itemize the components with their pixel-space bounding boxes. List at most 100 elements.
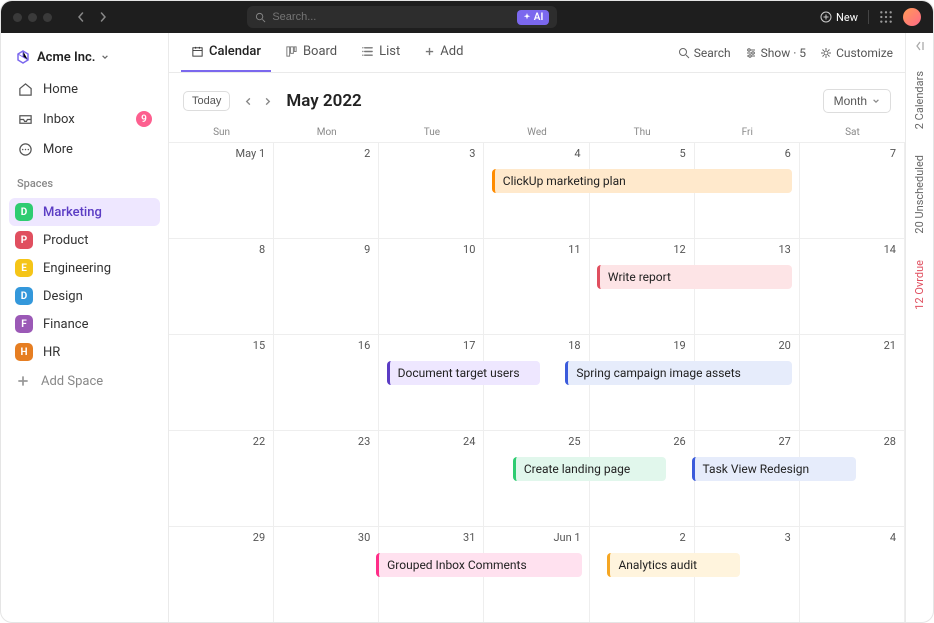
new-button[interactable]: New — [820, 11, 858, 24]
dow-label: Tue — [379, 127, 484, 138]
view-tabs: Calendar Board List Add — [169, 33, 905, 73]
search-icon — [678, 47, 690, 59]
workspace-switcher[interactable]: Acme Inc. — [9, 41, 160, 73]
apps-grid-icon[interactable] — [879, 10, 893, 24]
sidebar-item-more[interactable]: More — [9, 135, 160, 163]
gear-icon — [820, 47, 832, 59]
plus-circle-icon — [820, 11, 832, 23]
day-number: 24 — [463, 435, 475, 448]
calendar-event[interactable]: Write report — [597, 265, 793, 289]
calendar-day-cell[interactable]: 9 — [274, 239, 379, 334]
rail-unscheduled-button[interactable]: 20 Unscheduled — [913, 149, 926, 240]
space-label: Product — [43, 233, 88, 248]
chevron-down-icon — [101, 53, 109, 61]
ai-button[interactable]: AI — [517, 10, 550, 25]
calendar-event[interactable]: Document target users — [387, 361, 541, 385]
today-button[interactable]: Today — [183, 91, 230, 111]
search-view-button[interactable]: Search — [678, 46, 731, 60]
collapse-rail-icon[interactable] — [915, 41, 925, 51]
day-number: 22 — [253, 435, 265, 448]
sidebar-space-finance[interactable]: FFinance — [9, 310, 160, 338]
nav-forward-button[interactable] — [94, 10, 112, 24]
day-number: 14 — [884, 243, 896, 256]
dow-label: Thu — [590, 127, 695, 138]
day-number: 15 — [253, 339, 265, 352]
calendar-day-cell[interactable]: 10 — [379, 239, 484, 334]
calendar-event[interactable]: ClickUp marketing plan — [492, 169, 793, 193]
show-button[interactable]: Show · 5 — [745, 46, 806, 60]
day-number: May 1 — [236, 147, 266, 160]
calendar-event[interactable]: Analytics audit — [607, 553, 739, 577]
close-window-icon[interactable] — [13, 13, 22, 22]
calendar-week: May 1234567ClickUp marketing plan — [169, 142, 905, 238]
sidebar-space-design[interactable]: DDesign — [9, 282, 160, 310]
day-number: 11 — [568, 243, 580, 256]
add-space-button[interactable]: Add Space — [9, 368, 160, 394]
calendar-event[interactable]: Grouped Inbox Comments — [376, 553, 582, 577]
calendar-day-cell[interactable]: 11 — [484, 239, 589, 334]
space-color-icon: D — [15, 287, 33, 305]
titlebar: AI New — [1, 1, 933, 33]
board-icon — [285, 45, 298, 58]
day-number: 25 — [568, 435, 580, 448]
calendar-day-cell[interactable]: 4 — [800, 527, 905, 622]
day-number: 31 — [463, 531, 475, 544]
day-number: 19 — [673, 339, 685, 352]
calendar-day-cell[interactable]: 3 — [379, 143, 484, 238]
space-color-icon: F — [15, 315, 33, 333]
sidebar-space-hr[interactable]: HHR — [9, 338, 160, 366]
nav-back-button[interactable] — [72, 10, 90, 24]
calendar-day-cell[interactable]: 2 — [274, 143, 379, 238]
user-avatar[interactable] — [903, 8, 921, 26]
minimize-window-icon[interactable] — [28, 13, 37, 22]
calendar-event[interactable]: Create landing page — [513, 457, 667, 481]
tab-add-view[interactable]: Add — [414, 33, 473, 72]
chevron-down-icon — [872, 97, 880, 105]
calendar-day-cell[interactable]: 7 — [800, 143, 905, 238]
view-range-selector[interactable]: Month — [823, 89, 891, 113]
calendar-day-cell[interactable]: 29 — [169, 527, 274, 622]
calendar-day-cell[interactable]: 23 — [274, 431, 379, 526]
calendar-event[interactable]: Spring campaign image assets — [565, 361, 792, 385]
calendar-day-cell[interactable]: 15 — [169, 335, 274, 430]
prev-month-button[interactable] — [240, 95, 257, 108]
day-number: 9 — [364, 243, 370, 256]
rail-calendars-button[interactable]: 2 Calendars — [913, 65, 926, 135]
day-number: 7 — [890, 147, 896, 160]
calendar-day-cell[interactable]: 21 — [800, 335, 905, 430]
tab-board[interactable]: Board — [275, 33, 347, 72]
search-input[interactable] — [272, 11, 510, 23]
tab-list[interactable]: List — [351, 33, 410, 72]
calendar-day-cell[interactable]: 30 — [274, 527, 379, 622]
calendar-day-cell[interactable]: 24 — [379, 431, 484, 526]
calendar-day-cell[interactable]: May 1 — [169, 143, 274, 238]
space-color-icon: H — [15, 343, 33, 361]
day-number: 4 — [574, 147, 580, 160]
space-color-icon: E — [15, 259, 33, 277]
calendar-day-cell[interactable]: 8 — [169, 239, 274, 334]
tab-calendar[interactable]: Calendar — [181, 33, 271, 72]
day-number: 23 — [358, 435, 370, 448]
sidebar-space-marketing[interactable]: DMarketing — [9, 198, 160, 226]
calendar-day-cell[interactable]: 16 — [274, 335, 379, 430]
calendar-event[interactable]: Task View Redesign — [692, 457, 856, 481]
day-number: 6 — [785, 147, 791, 160]
sidebar-space-engineering[interactable]: EEngineering — [9, 254, 160, 282]
global-search[interactable]: AI — [247, 6, 557, 28]
sidebar-item-label: Home — [43, 82, 78, 97]
rail-overdue-button[interactable]: 12 Ovrdue — [913, 254, 926, 316]
logo-icon — [15, 49, 31, 65]
customize-button[interactable]: Customize — [820, 46, 893, 60]
day-number: 18 — [568, 339, 580, 352]
maximize-window-icon[interactable] — [43, 13, 52, 22]
next-month-button[interactable] — [259, 95, 276, 108]
sidebar-item-inbox[interactable]: Inbox 9 — [9, 105, 160, 133]
sidebar-item-home[interactable]: Home — [9, 75, 160, 103]
day-number: 3 — [469, 147, 475, 160]
inbox-icon — [17, 111, 33, 127]
space-label: Marketing — [43, 205, 102, 220]
calendar-day-cell[interactable]: 22 — [169, 431, 274, 526]
day-number: 26 — [673, 435, 685, 448]
sidebar-space-product[interactable]: PProduct — [9, 226, 160, 254]
calendar-day-cell[interactable]: 14 — [800, 239, 905, 334]
